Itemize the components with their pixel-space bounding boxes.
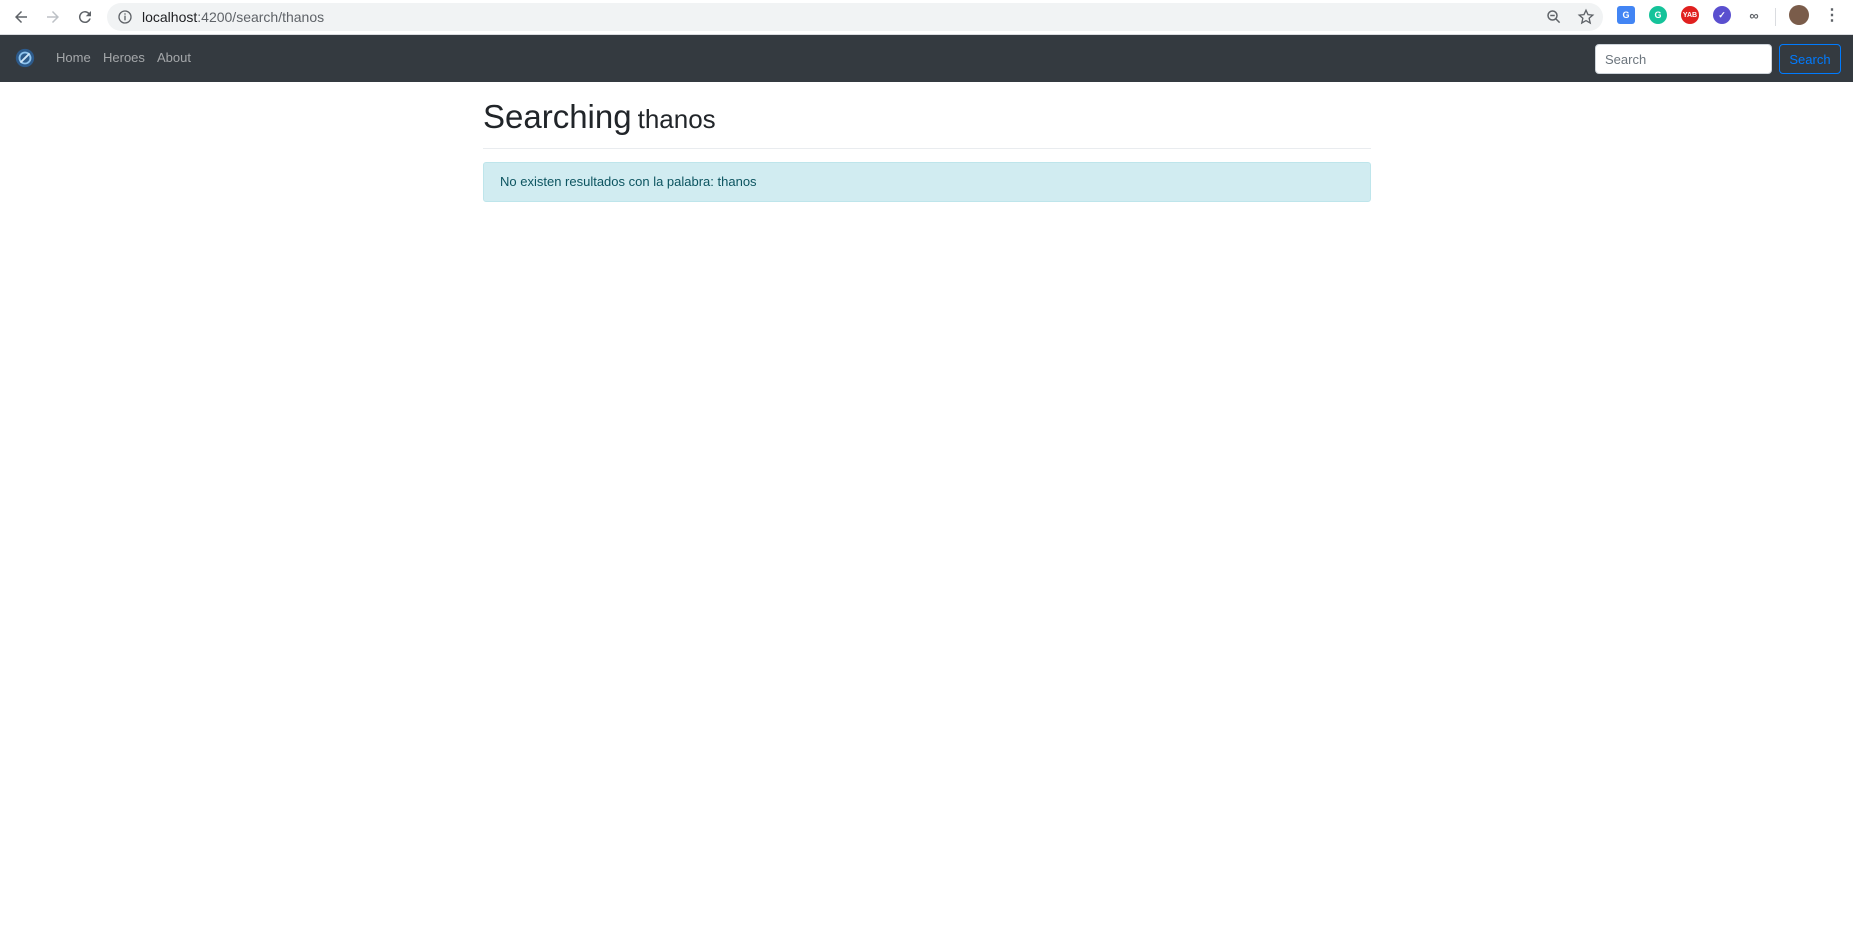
browser-menu-icon[interactable]: ⋮ bbox=[1823, 6, 1841, 24]
page-title: Searching thanos bbox=[483, 98, 1371, 149]
nav-link-home[interactable]: Home bbox=[56, 50, 91, 65]
ad-block-icon[interactable]: YAB bbox=[1681, 6, 1699, 24]
search-input[interactable] bbox=[1595, 44, 1772, 74]
forward-button[interactable] bbox=[40, 4, 66, 30]
forward-arrow-icon bbox=[47, 11, 59, 23]
google-translate-icon[interactable]: G bbox=[1617, 6, 1635, 24]
toolbar-divider bbox=[1775, 8, 1776, 26]
main-content: Searching thanos No existen resultados co… bbox=[483, 82, 1371, 202]
info-icon[interactable] bbox=[117, 9, 133, 25]
profile-avatar[interactable] bbox=[1789, 5, 1809, 25]
search-term: thanos bbox=[637, 104, 716, 134]
reload-button[interactable] bbox=[72, 4, 98, 30]
brand-logo-icon[interactable] bbox=[14, 47, 36, 69]
incognito-extension-icon[interactable]: ∞ bbox=[1745, 6, 1763, 24]
zoom-icon[interactable] bbox=[1545, 8, 1563, 26]
back-arrow-icon bbox=[15, 11, 27, 23]
grammarly-icon[interactable]: G bbox=[1649, 6, 1667, 24]
back-button[interactable] bbox=[8, 4, 34, 30]
bookmark-star-icon[interactable] bbox=[1577, 8, 1595, 26]
address-bar[interactable]: localhost:4200/search/thanos bbox=[107, 3, 1603, 31]
no-results-alert: No existen resultados con la palabra: th… bbox=[483, 162, 1371, 202]
reload-icon bbox=[78, 11, 91, 24]
search-button[interactable]: Search bbox=[1779, 44, 1841, 74]
check-extension-icon[interactable]: ✓ bbox=[1713, 6, 1731, 24]
app-navbar: Home Heroes About Search bbox=[0, 35, 1853, 82]
url-host: localhost bbox=[142, 9, 198, 25]
browser-toolbar: localhost:4200/search/thanos G G YAB ✓ ∞… bbox=[0, 0, 1853, 35]
nav-link-about[interactable]: About bbox=[157, 50, 191, 65]
page-title-text: Searching bbox=[483, 98, 632, 135]
nav-link-heroes[interactable]: Heroes bbox=[103, 50, 145, 65]
url-path: :4200/search/thanos bbox=[197, 9, 325, 25]
url-text[interactable]: localhost:4200/search/thanos bbox=[142, 9, 324, 25]
